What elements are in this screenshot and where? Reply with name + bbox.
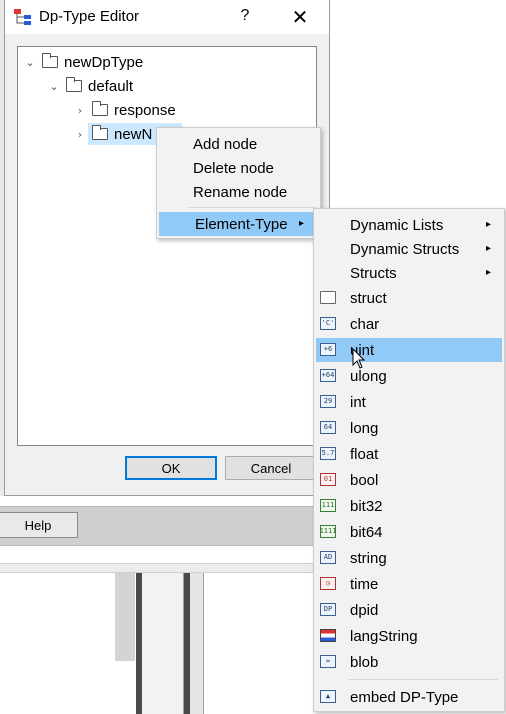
char-icon: 'C' bbox=[320, 317, 336, 330]
type-item-dpid[interactable]: DP dpid bbox=[316, 598, 502, 622]
submenu-arrow-icon: ▸ bbox=[299, 218, 305, 229]
type-item-bit64[interactable]: 1111 bit64 bbox=[316, 520, 502, 544]
type-item-bit32[interactable]: 111 bit32 bbox=[316, 494, 502, 518]
menu-item-add-node[interactable]: Add node bbox=[157, 132, 320, 156]
dp-type-editor-dialog: Dp-Type Editor ? ✕ ⌄ newDpType ⌄ default… bbox=[4, 0, 330, 496]
menu-item-label: char bbox=[350, 315, 380, 333]
blob-icon: ≈ bbox=[320, 655, 336, 668]
submenu-arrow-icon: ▸ bbox=[486, 267, 492, 278]
menu-item-label: embed DP-Type bbox=[350, 688, 459, 706]
submenu-structs[interactable]: Structs ▸ bbox=[316, 261, 502, 285]
background-divider bbox=[0, 563, 316, 573]
type-item-uint[interactable]: +6 uint bbox=[316, 338, 502, 362]
menu-item-label: struct bbox=[350, 289, 387, 307]
menu-item-label: long bbox=[350, 419, 379, 437]
element-type-submenu: Dynamic Lists ▸ Dynamic Structs ▸ Struct… bbox=[313, 208, 505, 712]
menu-item-delete-node[interactable]: Delete node bbox=[157, 156, 320, 180]
chevron-down-icon[interactable]: ⌄ bbox=[46, 80, 62, 93]
background-panel bbox=[142, 573, 184, 714]
type-item-langstring[interactable]: langString bbox=[316, 624, 502, 648]
menu-item-label: bit64 bbox=[350, 523, 383, 541]
menu-item-label: time bbox=[350, 575, 379, 593]
menu-item-label: langString bbox=[350, 627, 418, 645]
folder-icon bbox=[42, 53, 58, 68]
folder-icon bbox=[320, 291, 336, 304]
tree-node-root[interactable]: ⌄ newDpType bbox=[22, 51, 143, 73]
menu-item-label: Dynamic Lists bbox=[350, 216, 444, 234]
type-item-ulong[interactable]: +64 ulong bbox=[316, 364, 502, 388]
bool-icon: 01 bbox=[320, 473, 336, 486]
menu-item-label: blob bbox=[350, 653, 379, 671]
menu-item-label: Dynamic Structs bbox=[350, 240, 460, 258]
float-icon: 5.7 bbox=[320, 447, 336, 460]
chevron-right-icon[interactable]: › bbox=[72, 104, 88, 117]
type-item-char[interactable]: 'C' char bbox=[316, 312, 502, 336]
type-item-time[interactable]: ◷ time bbox=[316, 572, 502, 596]
menu-item-label: Element-Type bbox=[195, 215, 288, 233]
background-panel bbox=[190, 573, 204, 714]
cancel-button[interactable]: Cancel bbox=[225, 456, 317, 480]
mouse-pointer-icon bbox=[352, 348, 366, 369]
string-icon: AD bbox=[320, 551, 336, 564]
dialog-title: Dp-Type Editor bbox=[39, 8, 140, 25]
embed-icon: ▲ bbox=[320, 690, 336, 703]
tree-node-response[interactable]: › response bbox=[72, 99, 176, 121]
tree-node-label: response bbox=[114, 101, 176, 119]
menu-item-label: bool bbox=[350, 471, 379, 489]
type-item-struct[interactable]: struct bbox=[316, 286, 502, 310]
ok-button[interactable]: OK bbox=[125, 456, 217, 480]
background-panel bbox=[115, 573, 135, 661]
submenu-arrow-icon: ▸ bbox=[486, 243, 492, 254]
folder-icon bbox=[92, 125, 108, 140]
node-context-menu: Add node Delete node Rename node Element… bbox=[156, 127, 321, 239]
clock-icon: ◷ bbox=[320, 577, 336, 590]
long-icon: 64 bbox=[320, 421, 336, 434]
int-icon: 29 bbox=[320, 395, 336, 408]
folder-icon bbox=[92, 101, 108, 116]
flag-icon bbox=[320, 629, 336, 642]
type-item-long[interactable]: 64 long bbox=[316, 416, 502, 440]
type-item-embed-dp-type[interactable]: ▲ embed DP-Type bbox=[316, 685, 502, 709]
dpid-icon: DP bbox=[320, 603, 336, 616]
tree-node-label: default bbox=[88, 77, 134, 95]
ulong-icon: +64 bbox=[320, 369, 336, 382]
folder-icon bbox=[66, 77, 82, 92]
tree-app-icon bbox=[14, 9, 31, 25]
bit32-icon: 111 bbox=[320, 499, 336, 512]
chevron-right-icon[interactable]: › bbox=[72, 128, 88, 141]
menu-item-label: ulong bbox=[350, 367, 387, 385]
menu-item-label: Structs bbox=[350, 264, 397, 282]
help-button[interactable]: Help bbox=[0, 512, 78, 538]
close-icon[interactable]: ✕ bbox=[289, 5, 311, 29]
title-bar[interactable]: Dp-Type Editor ? ✕ bbox=[5, 0, 329, 34]
type-tree[interactable]: ⌄ newDpType ⌄ default › response › newN bbox=[17, 46, 317, 446]
bit64-icon: 1111 bbox=[320, 525, 336, 538]
tree-node-label: newN bbox=[114, 125, 153, 143]
type-item-float[interactable]: 5.7 float bbox=[316, 442, 502, 466]
help-icon[interactable]: ? bbox=[235, 7, 255, 25]
uint-icon: +6 bbox=[320, 343, 336, 356]
type-item-blob[interactable]: ≈ blob bbox=[316, 650, 502, 674]
type-item-int[interactable]: 29 int bbox=[316, 390, 502, 414]
submenu-dynamic-structs[interactable]: Dynamic Structs ▸ bbox=[316, 237, 502, 261]
type-item-string[interactable]: AD string bbox=[316, 546, 502, 570]
menu-item-label: string bbox=[350, 549, 387, 567]
submenu-dynamic-lists[interactable]: Dynamic Lists ▸ bbox=[316, 213, 502, 237]
menu-separator bbox=[348, 679, 498, 680]
chevron-down-icon[interactable]: ⌄ bbox=[22, 56, 38, 69]
tree-node-default[interactable]: ⌄ default bbox=[46, 75, 133, 97]
menu-item-rename-node[interactable]: Rename node bbox=[157, 180, 320, 204]
type-item-bool[interactable]: 01 bool bbox=[316, 468, 502, 492]
menu-item-label: int bbox=[350, 393, 366, 411]
tree-node-label: newDpType bbox=[64, 53, 144, 71]
menu-item-label: float bbox=[350, 445, 379, 463]
menu-item-element-type[interactable]: Element-Type ▸ bbox=[159, 212, 319, 236]
menu-separator bbox=[189, 207, 316, 208]
menu-item-label: bit32 bbox=[350, 497, 383, 515]
submenu-arrow-icon: ▸ bbox=[486, 219, 492, 230]
menu-item-label: dpid bbox=[350, 601, 379, 619]
